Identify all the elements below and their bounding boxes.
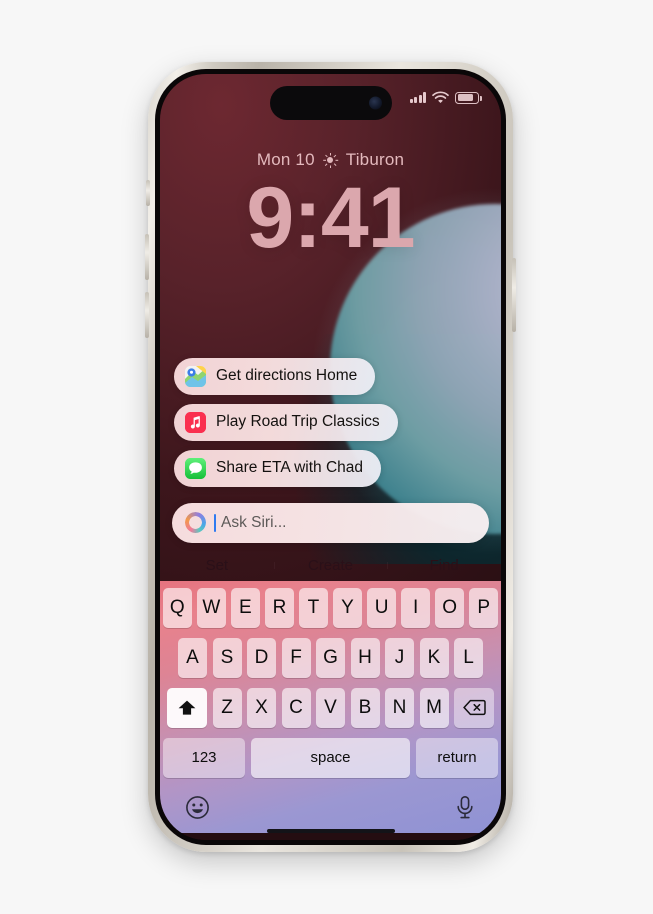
iphone-device: Mon 10 Tiburon 9:41 Get directions Home … [145,62,516,852]
key-m[interactable]: M [419,687,449,728]
lock-date: Mon 10 [256,150,315,169]
key-l[interactable]: L [454,637,483,678]
date-weather-row: Mon 10 Tiburon [160,150,501,170]
silent-switch-button[interactable] [146,180,150,206]
key-k[interactable]: K [419,637,449,678]
siri-quick-actions: Set Create Find [160,550,501,581]
keyboard-row-2: A S D F G H J K L [163,637,498,678]
key-y[interactable]: Y [333,587,362,628]
keyboard-row-4: 123 space return [163,737,498,778]
ask-siri-input[interactable]: Ask Siri... [172,502,489,543]
key-r[interactable]: R [265,587,294,628]
delete-backspace-icon[interactable] [454,687,494,728]
key-d[interactable]: D [247,637,276,678]
key-s[interactable]: S [212,637,242,678]
key-h[interactable]: H [350,637,380,678]
siri-orb-icon [185,512,206,533]
status-bar [160,74,501,128]
key-v[interactable]: V [316,687,345,728]
keyboard: Q W E R T Y U I O P A S D F G H J K L Z … [160,580,501,833]
text-cursor [214,513,216,532]
volume-down-button[interactable] [145,292,149,338]
suggestion-chip-music[interactable]: Play Road Trip Classics [174,403,398,441]
wifi-icon [432,91,449,103]
key-z[interactable]: Z [212,687,242,728]
music-icon [185,411,206,433]
device-screen: Mon 10 Tiburon 9:41 Get directions Home … [160,74,501,840]
front-camera-icon [368,96,382,110]
power-button[interactable] [512,258,516,332]
maps-icon [185,365,206,387]
cellular-bars-icon [409,92,426,103]
quick-action-find[interactable]: Find [387,557,501,574]
key-t[interactable]: T [299,587,328,628]
battery-icon [455,91,482,104]
status-bar-indicators [409,91,482,104]
key-b[interactable]: B [350,687,380,728]
lock-clock: 9:41 [246,170,415,266]
key-q[interactable]: Q [163,587,192,628]
device-bezel: Mon 10 Tiburon 9:41 Get directions Home … [155,69,506,845]
emoji-smiley-icon[interactable] [185,795,210,820]
volume-up-button[interactable] [145,234,149,280]
shift-arrow-icon[interactable] [167,687,207,728]
return-key[interactable]: return [416,737,498,778]
messages-icon [185,457,206,479]
key-u[interactable]: U [367,587,396,628]
dynamic-island[interactable] [269,86,392,120]
siri-panel: Get directions Home Play Road Trip Class… [160,357,501,841]
key-g[interactable]: G [316,637,345,678]
key-a[interactable]: A [178,637,207,678]
key-f[interactable]: F [281,637,311,678]
lock-screen-info: Mon 10 Tiburon 9:41 [160,150,501,266]
sun-icon [322,152,338,168]
keyboard-row-1: Q W E R T Y U I O P [163,587,498,628]
microphone-icon[interactable] [454,795,476,820]
key-i[interactable]: I [401,587,430,628]
key-j[interactable]: J [385,637,414,678]
keyboard-row-3: Z X C V B N M [163,687,498,728]
key-n[interactable]: N [385,687,414,728]
key-p[interactable]: P [469,587,498,628]
space-key[interactable]: space [251,737,410,778]
key-x[interactable]: X [247,687,276,728]
lock-location: Tiburon [345,150,405,169]
numbers-key[interactable]: 123 [163,737,245,778]
key-e[interactable]: E [231,587,260,628]
suggestion-chip-maps[interactable]: Get directions Home [174,357,376,395]
siri-suggestions: Get directions Home Play Road Trip Class… [160,357,501,503]
key-w[interactable]: W [197,587,226,628]
suggestion-label: Get directions Home [216,367,358,384]
suggestion-label: Share ETA with Chad [216,459,364,476]
key-o[interactable]: O [435,587,464,628]
key-c[interactable]: C [281,687,311,728]
suggestion-chip-messages[interactable]: Share ETA with Chad [174,449,382,487]
screenshot-stage: Mon 10 Tiburon 9:41 Get directions Home … [0,0,653,914]
keyboard-bottom-bar [163,788,498,826]
home-indicator[interactable] [266,828,395,833]
quick-action-create[interactable]: Create [273,557,388,574]
suggestion-label: Play Road Trip Classics [216,413,380,430]
quick-action-set[interactable]: Set [160,557,274,574]
ask-siri-placeholder: Ask Siri... [221,513,287,531]
